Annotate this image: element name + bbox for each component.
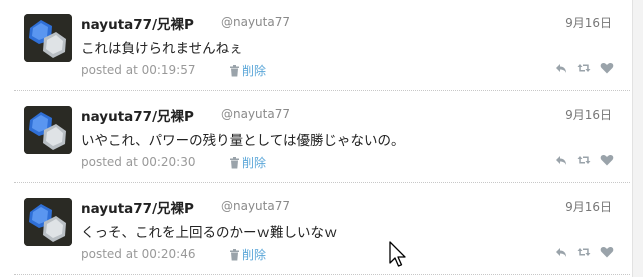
delete-button[interactable]: 削除 xyxy=(229,246,266,263)
delete-label: 削除 xyxy=(242,248,267,262)
user-handle[interactable]: @nayuta77 xyxy=(221,107,290,121)
user-name[interactable]: nayuta77/兄裸P xyxy=(81,13,194,33)
user-name[interactable]: nayuta77/兄裸P xyxy=(81,197,194,217)
retweet-icon[interactable] xyxy=(577,244,591,258)
retweet-icon[interactable] xyxy=(577,60,591,74)
trash-icon xyxy=(230,64,239,76)
tweet-feed: nayuta77/兄裸P @nayuta77 9月16日 これは負けられませんね… xyxy=(0,0,643,277)
delete-label: 削除 xyxy=(242,156,267,170)
retweet-icon[interactable] xyxy=(577,152,591,166)
delete-label: 削除 xyxy=(242,64,267,78)
avatar[interactable] xyxy=(24,106,72,154)
posted-timestamp: posted at 00:20:46 xyxy=(81,247,196,261)
delete-button[interactable]: 削除 xyxy=(229,62,266,79)
delete-button[interactable]: 削除 xyxy=(229,154,266,171)
tweet-item: nayuta77/兄裸P @nayuta77 9月16日 これは負けられませんね… xyxy=(14,0,630,91)
tweet-text: くっそ、これを上回るのかーｗ難しいなｗ xyxy=(81,225,338,241)
reply-icon[interactable] xyxy=(554,244,568,258)
tweet-item: nayuta77/兄裸P @nayuta77 9月16日 いやこれ、パワーの残り… xyxy=(14,92,630,183)
mouse-cursor-icon xyxy=(389,241,406,267)
tweet-actions xyxy=(554,244,614,258)
posted-timestamp: posted at 00:19:57 xyxy=(81,63,196,77)
tweet-date[interactable]: 9月16日 xyxy=(565,14,612,31)
tweet-actions xyxy=(554,60,614,74)
scrollbar[interactable] xyxy=(632,0,643,277)
heart-icon[interactable] xyxy=(600,244,614,258)
posted-timestamp: posted at 00:20:30 xyxy=(81,155,196,169)
avatar[interactable] xyxy=(24,198,72,246)
trash-icon xyxy=(230,248,239,260)
tweet-date[interactable]: 9月16日 xyxy=(565,198,612,215)
tweet-actions xyxy=(554,152,614,166)
heart-icon[interactable] xyxy=(600,152,614,166)
avatar[interactable] xyxy=(24,14,72,62)
reply-icon[interactable] xyxy=(554,152,568,166)
user-handle[interactable]: @nayuta77 xyxy=(221,199,290,213)
tweet-date[interactable]: 9月16日 xyxy=(565,106,612,123)
tweet-text: いやこれ、パワーの残り量としては優勝じゃないの。 xyxy=(81,133,405,149)
heart-icon[interactable] xyxy=(600,60,614,74)
reply-icon[interactable] xyxy=(554,60,568,74)
tweet-text: これは負けられませんねぇ xyxy=(81,41,243,57)
user-handle[interactable]: @nayuta77 xyxy=(221,15,290,29)
tweet-item: nayuta77/兄裸P @nayuta77 9月16日 くっそ、これを上回るの… xyxy=(14,184,630,275)
trash-icon xyxy=(230,156,239,168)
user-name[interactable]: nayuta77/兄裸P xyxy=(81,105,194,125)
